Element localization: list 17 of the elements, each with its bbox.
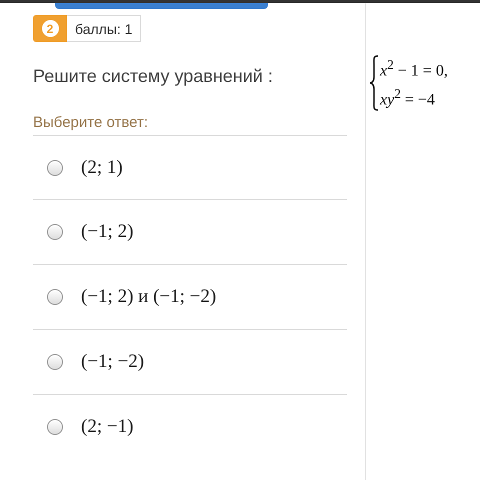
answer-option[interactable]: (−1; −2) [81, 351, 144, 373]
radio-button[interactable] [47, 224, 63, 240]
answer-option[interactable]: (2; −1) [81, 416, 134, 438]
question-number: 2 [42, 20, 58, 37]
answer-option[interactable]: (−1; 2) и (−1; −2) [81, 286, 216, 308]
equation: x$^{2}$ − 1 = 0, [380, 56, 448, 80]
radio-button[interactable] [47, 419, 63, 435]
brace-icon [369, 55, 379, 111]
answer-option[interactable]: (2; 1) [81, 156, 123, 178]
points-label: баллы: 1 [67, 15, 142, 42]
answer-option[interactable]: (−1; 2) [81, 221, 134, 243]
radio-button[interactable] [47, 160, 63, 176]
equation: xy$^{2}$ = −4 [380, 86, 436, 110]
radio-button[interactable] [47, 289, 63, 305]
question-text: Решите систему уравнений : [33, 66, 274, 88]
radio-button[interactable] [47, 354, 63, 370]
answer-prompt: Выберите ответ: [33, 114, 150, 133]
